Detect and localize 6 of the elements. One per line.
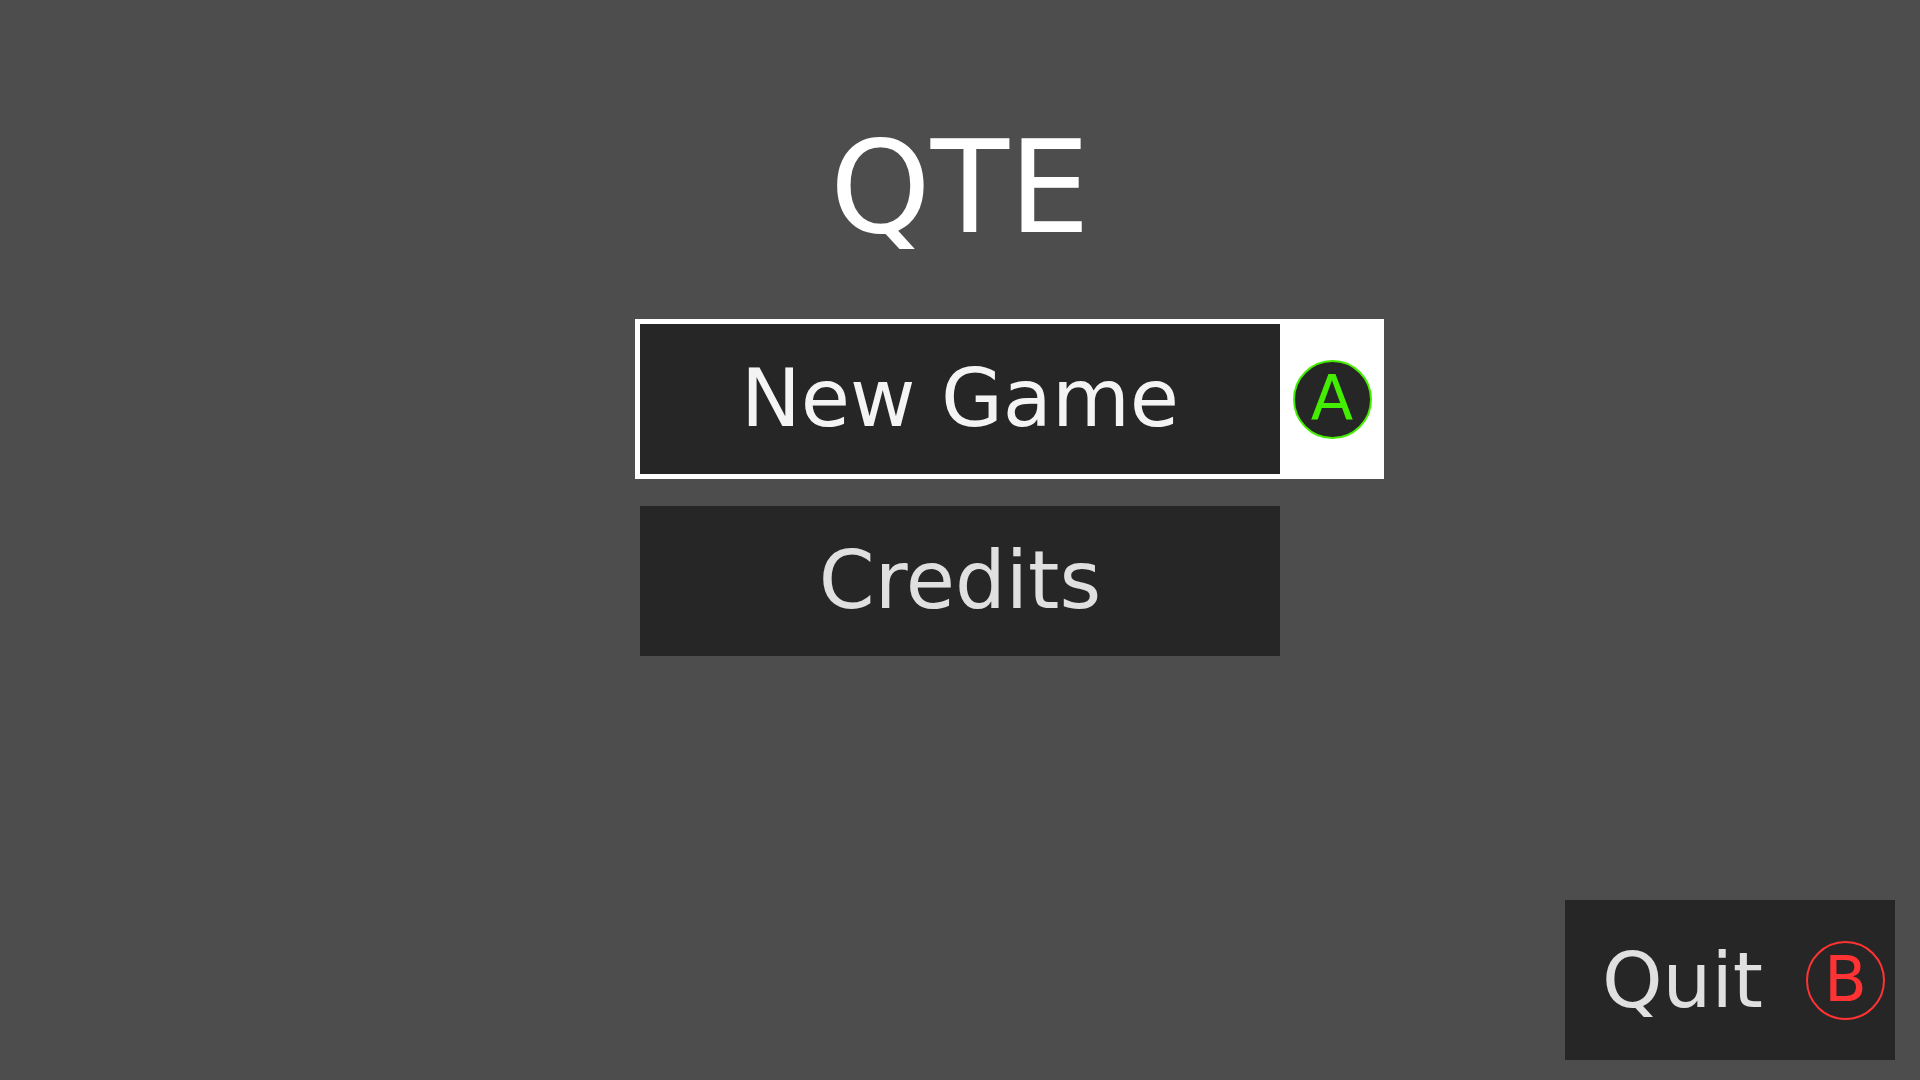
quit-button[interactable]: Quit B [1565, 900, 1895, 1060]
button-prompt: A [1292, 359, 1372, 439]
menu-button[interactable]: New Game [640, 324, 1280, 474]
game-title: QTE [830, 124, 1090, 252]
menu-button[interactable]: Credits [640, 506, 1280, 656]
button-prompt: B [1806, 940, 1885, 1020]
